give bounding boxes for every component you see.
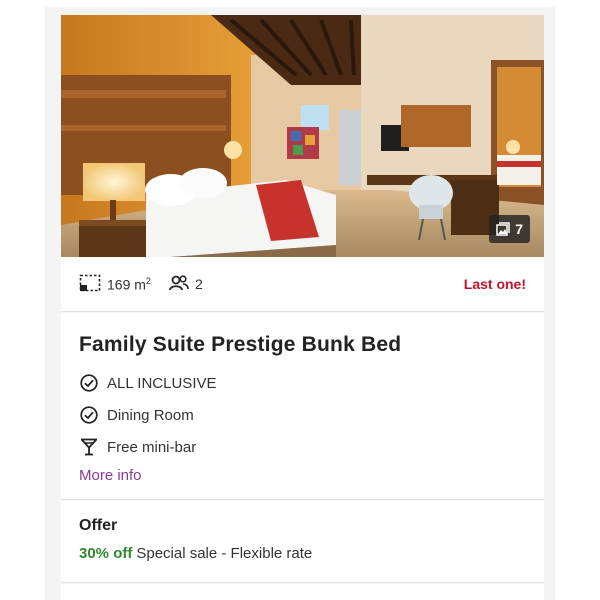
room-title: Family Suite Prestige Bunk Bed bbox=[79, 333, 402, 356]
room-card: 7 169 m2 2 Last one! Family Suite Presti… bbox=[45, 7, 555, 600]
photo-count: 7 bbox=[515, 221, 523, 237]
area-value: 169 m bbox=[107, 276, 146, 293]
more-info-link[interactable]: More info bbox=[79, 467, 142, 484]
gallery-count-button[interactable]: 7 bbox=[489, 215, 530, 243]
cocktail-glass-icon bbox=[79, 437, 99, 457]
feature-item: Dining Room bbox=[79, 399, 526, 431]
guest-capacity: 2 bbox=[169, 274, 203, 294]
feature-item: Free mini-bar bbox=[79, 431, 526, 463]
room-size: 169 m2 bbox=[79, 274, 151, 295]
area-unit-superscript: 2 bbox=[145, 275, 151, 286]
next-section-edge bbox=[61, 584, 544, 600]
discount-label: 30% off bbox=[79, 545, 133, 562]
offer-heading: Offer bbox=[79, 517, 118, 534]
room-photo[interactable]: 7 bbox=[61, 15, 544, 257]
check-circle-icon bbox=[79, 373, 99, 393]
feature-label: ALL INCLUSIVE bbox=[107, 374, 217, 392]
feature-item: ALL INCLUSIVE bbox=[79, 367, 526, 399]
room-photo-illustration bbox=[61, 15, 544, 257]
offer-line: 30% off Special sale - Flexible rate bbox=[79, 545, 526, 562]
availability-badge: Last one! bbox=[463, 276, 526, 292]
room-size-icon bbox=[79, 274, 101, 295]
offer-section: Offer 30% off Special sale - Flexible rat… bbox=[61, 501, 544, 583]
offer-description: Special sale - Flexible rate bbox=[136, 545, 313, 562]
image-icon bbox=[496, 222, 510, 236]
room-stats-row: 169 m2 2 Last one! bbox=[61, 257, 544, 312]
feature-label: Free mini-bar bbox=[107, 438, 197, 456]
check-circle-icon bbox=[79, 405, 99, 425]
guest-count: 2 bbox=[194, 276, 203, 292]
room-details: Family Suite Prestige Bunk Bed ALL INCLU… bbox=[61, 313, 544, 500]
people-icon bbox=[169, 274, 189, 294]
room-size-value: 169 m2 bbox=[107, 276, 151, 293]
feature-label: Dining Room bbox=[107, 406, 194, 424]
